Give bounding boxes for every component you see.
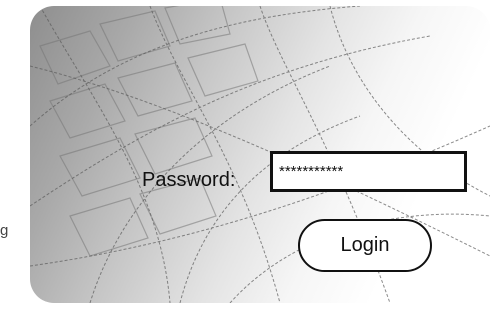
- password-field[interactable]: [270, 151, 467, 192]
- password-label: Password:: [142, 169, 236, 191]
- side-text-fragment: g: [0, 222, 9, 239]
- page: g Password: *********** Login: [0, 0, 495, 309]
- login-panel: Password: Login: [30, 6, 490, 303]
- login-button[interactable]: Login: [298, 219, 432, 272]
